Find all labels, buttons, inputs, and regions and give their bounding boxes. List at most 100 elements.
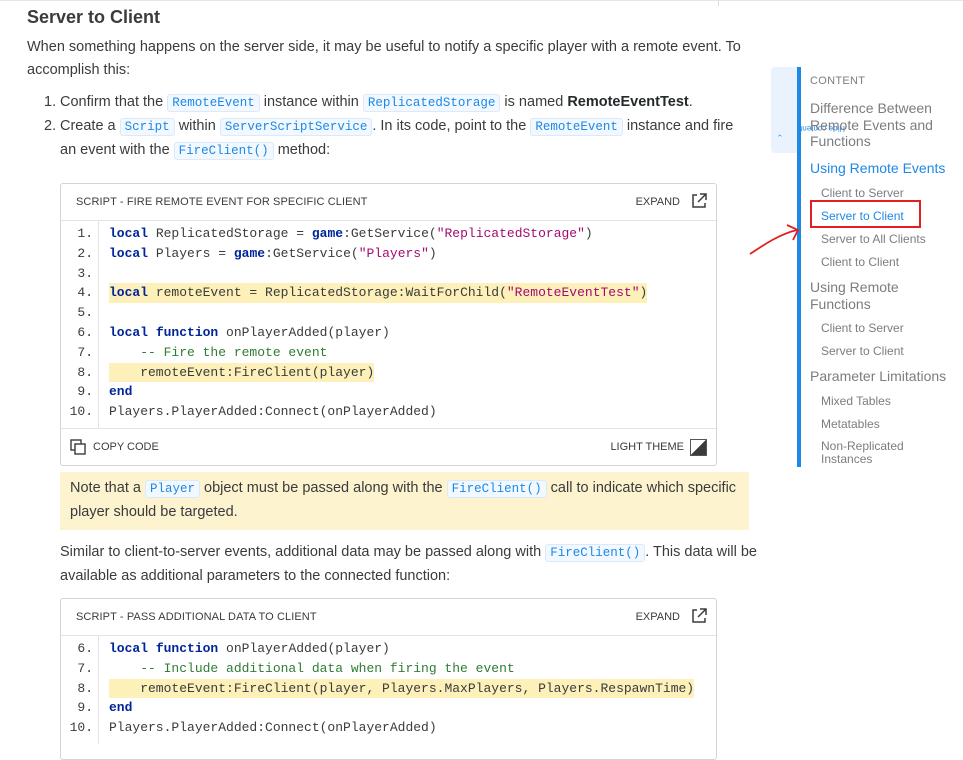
copy-code-button[interactable]: COPY CODE bbox=[93, 441, 159, 453]
code-line: 10. Players.PlayerAdded:Connect(onPlayerA… bbox=[61, 718, 716, 738]
keyword: end bbox=[109, 700, 133, 716]
line-number: 9. bbox=[77, 384, 93, 400]
string-literal: "RemoteEventTest" bbox=[506, 285, 640, 301]
code-line-highlighted: 8. remoteEvent:FireClient(player) bbox=[61, 362, 716, 383]
code-body: 1. local ReplicatedStorage = game:GetServ… bbox=[61, 221, 716, 428]
bold-name: RemoteEventTest bbox=[567, 94, 689, 110]
inline-code: FireClient() bbox=[173, 142, 274, 160]
theme-toggle-icon[interactable] bbox=[690, 438, 707, 456]
code-line: 6. local function onPlayerAdded(player) bbox=[61, 323, 716, 343]
keyword: function bbox=[148, 641, 219, 656]
section-heading: Server to Client bbox=[27, 7, 161, 27]
keyword: game bbox=[233, 245, 266, 261]
paragraph-text: Similar to client-to-server events, addi… bbox=[60, 544, 546, 560]
step-number: 2. bbox=[44, 118, 57, 134]
code-block-header: SCRIPT - FIRE REMOTE EVENT FOR SPECIFIC … bbox=[61, 184, 716, 221]
step-number: 1. bbox=[44, 94, 57, 110]
code-text: Players.PlayerAdded:Connect(onPlayerAdde… bbox=[109, 404, 437, 420]
hide-content-tab[interactable]: › Hide content bbox=[771, 67, 845, 153]
toc-item-using-remote-functions[interactable]: Using Remote Functions bbox=[810, 279, 930, 312]
inline-code: RemoteEvent bbox=[167, 94, 260, 112]
keyword: local bbox=[109, 641, 149, 656]
line-number: 3. bbox=[77, 265, 93, 281]
code-line: 7. -- Include additional data when firin… bbox=[61, 659, 716, 679]
light-theme-button[interactable]: LIGHT THEME bbox=[610, 441, 684, 453]
keyword: local bbox=[109, 285, 149, 301]
line-number: 4. bbox=[77, 285, 93, 301]
toc-item-mixed-tables[interactable]: Mixed Tables bbox=[821, 394, 891, 408]
code-block-title: SCRIPT - PASS ADDITIONAL DATA TO CLIENT bbox=[76, 611, 317, 623]
copy-icon[interactable] bbox=[70, 439, 86, 455]
keyword: function bbox=[148, 324, 219, 340]
code-line: 10. Players.PlayerAdded:Connect(onPlayerA… bbox=[61, 402, 716, 422]
code-line: 9. end bbox=[61, 382, 716, 402]
expand-button[interactable]: EXPAND bbox=[636, 196, 680, 208]
top-border bbox=[0, 0, 963, 5]
toc-header: CONTENT bbox=[810, 75, 866, 87]
toc-item-rf-server-to-client[interactable]: Server to Client bbox=[821, 344, 904, 358]
expand-icon[interactable] bbox=[690, 192, 708, 210]
step-2: 2. Create a Script within ServerScriptSer… bbox=[27, 115, 747, 163]
note-text: Note that a bbox=[70, 480, 145, 496]
step-text: . bbox=[688, 94, 693, 110]
toc-item-server-to-all-clients[interactable]: Server to All Clients bbox=[821, 232, 926, 246]
keyword: end bbox=[109, 384, 133, 400]
toc-item-client-to-client[interactable]: Client to Client bbox=[821, 255, 899, 269]
step-text: Create a bbox=[60, 118, 120, 134]
code-text: remoteEvent:FireClient(player, Players.M… bbox=[109, 678, 695, 699]
line-number: 8. bbox=[77, 680, 93, 696]
line-number: 2. bbox=[77, 245, 93, 261]
divider bbox=[718, 0, 719, 6]
step-text: instance within bbox=[259, 94, 363, 110]
steps-list: 1. Confirm that the RemoteEvent instance … bbox=[27, 91, 747, 163]
line-number: 10. bbox=[69, 404, 93, 420]
code-line-highlighted: 4. local remoteEvent = ReplicatedStorage:… bbox=[61, 283, 716, 304]
toc-item-parameter-limitations[interactable]: Parameter Limitations bbox=[810, 368, 946, 385]
line-number: 10. bbox=[69, 720, 93, 736]
expand-icon[interactable] bbox=[690, 607, 708, 625]
toc-item-rf-client-to-server[interactable]: Client to Server bbox=[821, 321, 904, 335]
code-block-fire-client: SCRIPT - FIRE REMOTE EVENT FOR SPECIFIC … bbox=[60, 183, 717, 466]
code-line: 1. local ReplicatedStorage = game:GetServ… bbox=[61, 224, 716, 244]
code-text: onPlayerAdded(player) bbox=[218, 324, 390, 340]
note-callout: Note that a Player object must be passed… bbox=[60, 472, 749, 530]
code-block-header: SCRIPT - PASS ADDITIONAL DATA TO CLIENT … bbox=[61, 599, 716, 636]
code-line-highlighted: 8. remoteEvent:FireClient(player, Player… bbox=[61, 678, 716, 699]
step-text: method: bbox=[273, 142, 331, 158]
line-number: 8. bbox=[77, 364, 93, 380]
annotation-arrow-icon bbox=[749, 224, 800, 255]
toc-item-metatables[interactable]: Metatables bbox=[821, 417, 880, 431]
toc-item-non-replicated-instances[interactable]: Non-Replicated Instances bbox=[821, 440, 931, 466]
code-line: 6. local function onPlayerAdded(player) bbox=[61, 639, 716, 659]
keyword: local bbox=[109, 324, 149, 340]
inline-code: FireClient() bbox=[446, 480, 547, 498]
toc-item-difference[interactable]: Difference Between Remote Events and Fun… bbox=[810, 100, 960, 150]
code-text: Players = bbox=[148, 245, 234, 261]
inline-code: ServerScriptService bbox=[219, 118, 373, 136]
hide-content-label[interactable]: › Hide content bbox=[775, 124, 845, 137]
code-comment: -- Include additional data when firing t… bbox=[109, 660, 515, 676]
toc-item-using-remote-events[interactable]: Using Remote Events bbox=[810, 160, 945, 177]
step-text: within bbox=[174, 118, 220, 134]
line-number: 6. bbox=[77, 641, 93, 656]
inline-code: RemoteEvent bbox=[530, 118, 623, 136]
paragraph-additional-data: Similar to client-to-server events, addi… bbox=[60, 541, 760, 588]
inline-code: FireClient() bbox=[545, 544, 646, 562]
code-comment: -- Fire the remote event bbox=[109, 344, 328, 360]
expand-button[interactable]: EXPAND bbox=[636, 611, 680, 623]
line-number: 7. bbox=[77, 660, 93, 676]
code-text: :GetService( bbox=[343, 226, 437, 241]
toc-item-client-to-server[interactable]: Client to Server bbox=[821, 186, 904, 200]
code-text: ) bbox=[584, 226, 593, 241]
code-line: 5. bbox=[61, 303, 716, 323]
keyword: local bbox=[109, 226, 149, 241]
toc-accent-bar bbox=[797, 67, 801, 467]
code-body: 6. local function onPlayerAdded(player) 7… bbox=[61, 636, 716, 744]
step-text: Confirm that the bbox=[60, 94, 168, 110]
line-number: 6. bbox=[77, 324, 93, 340]
code-line: 7. -- Fire the remote event bbox=[61, 343, 716, 363]
code-block-footer: COPY CODE LIGHT THEME bbox=[61, 427, 716, 465]
code-text: ) bbox=[639, 285, 648, 301]
code-line: 9. end bbox=[61, 698, 716, 718]
code-text: onPlayerAdded(player) bbox=[218, 641, 390, 656]
